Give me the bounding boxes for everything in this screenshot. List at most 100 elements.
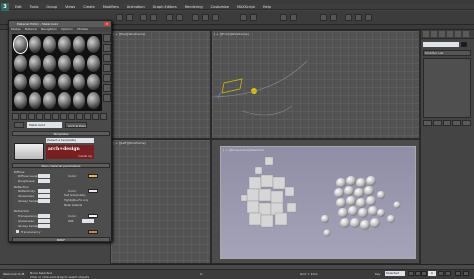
eyedropper-icon[interactable] [14,122,24,128]
put-to-scene-icon[interactable] [20,113,27,120]
go-to-start-icon[interactable] [408,271,414,276]
menu-rendering[interactable]: Rendering [181,5,207,9]
rollout-main-parameters[interactable]: Main material parameters [12,163,110,168]
next-frame-icon[interactable] [438,271,444,276]
key-filter-dropdown[interactable]: Selected [385,271,405,276]
sample-slot[interactable] [87,36,100,53]
menu-customize[interactable]: Customize [207,5,233,9]
rollout-brdf[interactable]: BRDF [12,237,110,242]
viewport-left-label[interactable]: [ + ][Left][Wireframe] [113,141,146,145]
viewport-top-label[interactable]: [ + ][Top][Wireframe] [113,32,145,36]
unlink-icon[interactable] [150,14,157,21]
make-copy-icon[interactable] [44,113,51,120]
translucency-color-swatch[interactable] [88,230,98,234]
current-frame-field[interactable]: 0 [428,271,436,276]
viewport-perspective[interactable]: [ + ][Perspective][Realistic] [211,139,420,264]
sample-slot[interactable] [43,92,56,109]
put-to-library-icon[interactable] [60,113,67,120]
sample-slot[interactable] [87,73,100,91]
menu-views[interactable]: Views [61,5,79,9]
make-unique-icon[interactable] [52,113,59,120]
sample-slot[interactable] [28,92,42,109]
render-setup-icon[interactable] [345,14,352,21]
menu-options[interactable]: Options [61,27,73,32]
menu-tools[interactable]: Tools [26,5,43,9]
maxscript-listener[interactable]: Welcome to M [2,271,26,278]
select-icon[interactable] [166,14,173,21]
modify-tab-icon[interactable] [431,31,437,37]
viewport-left[interactable]: [ + ][Left][Wireframe] [110,139,211,264]
align-icon[interactable] [290,14,297,21]
object-name-field[interactable] [423,42,459,47]
utilities-tab-icon[interactable] [463,31,469,37]
glossiness-spinner[interactable] [38,194,50,198]
video-check-icon[interactable] [103,74,111,82]
material-editor-icon[interactable] [330,14,337,21]
diffuse-color-swatch[interactable] [88,174,98,178]
sample-slot[interactable] [87,92,100,109]
timeline-track[interactable] [0,265,474,270]
assign-to-selection-icon[interactable] [28,113,35,120]
diffuse-level-spinner[interactable] [38,174,50,178]
undo-icon[interactable] [116,14,123,21]
make-unique-icon[interactable] [442,120,452,126]
transparency-spinner[interactable] [38,214,50,218]
reflection-color-swatch[interactable] [88,189,98,193]
sample-slot[interactable] [28,54,42,72]
template-dropdown[interactable]: (Select a template) [46,138,94,143]
uv-tiling-icon[interactable] [103,64,111,72]
show-map-icon[interactable] [76,113,83,120]
viewport-front[interactable]: [ + ][Front][Wireframe] [211,30,420,139]
menu-graph-editors[interactable]: Graph Editors [149,5,181,9]
curve-editor-icon[interactable] [320,14,327,21]
scale-icon[interactable] [212,14,219,21]
ior-spinner[interactable] [82,219,94,223]
snap-icon[interactable] [240,14,247,21]
modifier-stack[interactable] [423,58,471,118]
sample-slot[interactable] [28,36,42,53]
motion-tab-icon[interactable] [447,31,453,37]
go-forward-icon[interactable] [100,113,107,120]
zoom-extents-icon[interactable] [455,271,461,276]
menu-modifiers[interactable]: Modifiers [99,5,123,9]
menu-navigation[interactable]: Navigation [41,27,57,32]
remove-modifier-icon[interactable] [452,120,462,126]
sample-slot[interactable] [58,73,71,91]
refraction-glossy-samples-spinner[interactable] [38,224,50,228]
redo-icon[interactable] [126,14,133,21]
menu-utilities[interactable]: Utilities [77,27,88,32]
pin-stack-icon[interactable] [423,120,432,126]
menu-animation[interactable]: Animation [123,5,149,9]
material-name-field[interactable]: Metal Gold [27,122,62,128]
rotate-icon[interactable] [202,14,209,21]
reflectivity-spinner[interactable] [38,189,50,193]
sample-slot[interactable] [43,36,56,53]
sample-slot[interactable] [72,92,86,109]
render-teapot-icon[interactable] [365,14,372,21]
menu-create[interactable]: Create [79,5,99,9]
app-icon[interactable]: 3 [1,2,9,11]
refraction-color-swatch[interactable] [88,214,98,218]
sample-slot[interactable] [72,73,86,91]
refraction-glossiness-spinner[interactable] [38,219,50,223]
render-frame-icon[interactable] [355,14,362,21]
get-material-icon[interactable] [12,113,19,120]
roughness-spinner[interactable] [38,179,50,183]
options-icon[interactable] [103,94,111,102]
menu-help[interactable]: Help [259,5,275,9]
orbit-icon[interactable] [463,271,469,276]
make-preview-icon[interactable] [103,84,111,92]
menu-edit[interactable]: Edit [11,5,26,9]
menu-material[interactable]: Material [25,27,37,32]
sample-slot[interactable] [14,92,27,109]
select-by-name-icon[interactable] [176,14,183,21]
configure-sets-icon[interactable] [462,120,471,126]
sample-slot[interactable] [58,54,71,72]
show-end-result-icon[interactable] [84,113,91,120]
sample-slot[interactable] [72,36,86,53]
sample-slot[interactable] [28,73,42,91]
display-tab-icon[interactable] [455,31,461,37]
go-to-parent-icon[interactable] [92,113,99,120]
material-id-icon[interactable] [68,113,75,120]
backlight-icon[interactable] [103,44,111,52]
